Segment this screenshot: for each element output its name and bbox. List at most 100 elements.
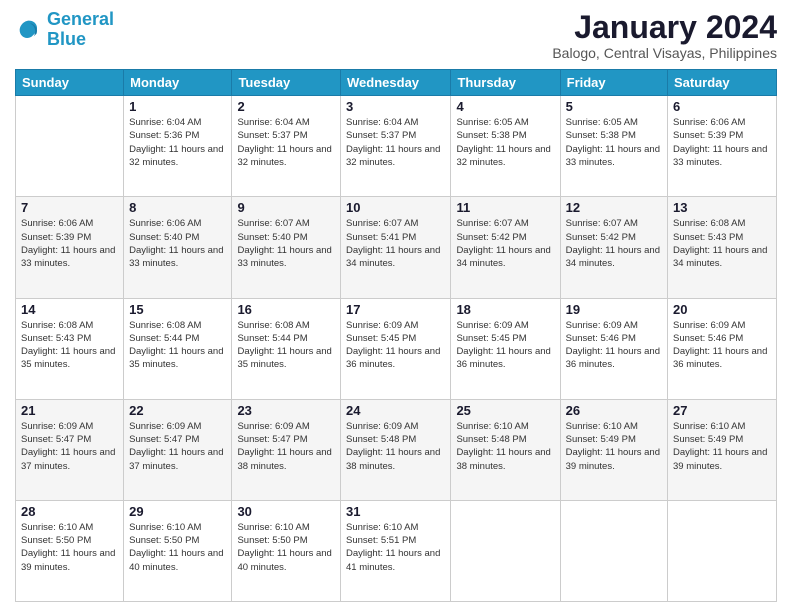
calendar-week-row: 21 Sunrise: 6:09 AM Sunset: 5:47 PM Dayli… xyxy=(16,399,777,500)
table-row: 30 Sunrise: 6:10 AM Sunset: 5:50 PM Dayli… xyxy=(232,500,341,601)
day-number: 6 xyxy=(673,99,771,114)
day-number: 25 xyxy=(456,403,554,418)
day-info: Sunrise: 6:04 AM Sunset: 5:36 PM Dayligh… xyxy=(129,116,226,169)
header-friday: Friday xyxy=(560,70,667,96)
table-row: 19Sunrise: 6:09 AM Sunset: 5:46 PM Dayli… xyxy=(560,298,667,399)
day-info: Sunrise: 6:10 AM Sunset: 5:49 PM Dayligh… xyxy=(673,420,771,473)
day-info: Sunrise: 6:07 AM Sunset: 5:42 PM Dayligh… xyxy=(456,217,554,270)
day-info: Sunrise: 6:10 AM Sunset: 5:50 PM Dayligh… xyxy=(129,521,226,574)
table-row: 16Sunrise: 6:08 AM Sunset: 5:44 PM Dayli… xyxy=(232,298,341,399)
table-row: 1 Sunrise: 6:04 AM Sunset: 5:36 PM Daylig… xyxy=(124,96,232,197)
day-info: Sunrise: 6:09 AM Sunset: 5:45 PM Dayligh… xyxy=(456,319,554,372)
header-wednesday: Wednesday xyxy=(341,70,451,96)
table-row: 12 Sunrise: 6:07 AM Sunset: 5:42 PM Dayli… xyxy=(560,197,667,298)
day-number: 27 xyxy=(673,403,771,418)
table-row: 8 Sunrise: 6:06 AM Sunset: 5:40 PM Daylig… xyxy=(124,197,232,298)
table-row: 18 Sunrise: 6:09 AM Sunset: 5:45 PM Dayli… xyxy=(451,298,560,399)
calendar-week-row: 7 Sunrise: 6:06 AM Sunset: 5:39 PM Daylig… xyxy=(16,197,777,298)
calendar-table: Sunday Monday Tuesday Wednesday Thursday… xyxy=(15,69,777,602)
day-number: 17 xyxy=(346,302,445,317)
day-info: Sunrise: 6:06 AM Sunset: 5:39 PM Dayligh… xyxy=(673,116,771,169)
day-number: 24 xyxy=(346,403,445,418)
header-saturday: Saturday xyxy=(668,70,777,96)
day-info: Sunrise: 6:04 AM Sunset: 5:37 PM Dayligh… xyxy=(346,116,445,169)
logo: General Blue xyxy=(15,10,114,50)
weekday-header-row: Sunday Monday Tuesday Wednesday Thursday… xyxy=(16,70,777,96)
day-info: Sunrise: 6:07 AM Sunset: 5:40 PM Dayligh… xyxy=(237,217,335,270)
day-info: Sunrise: 6:06 AM Sunset: 5:39 PM Dayligh… xyxy=(21,217,118,270)
day-number: 2 xyxy=(237,99,335,114)
day-info: Sunrise: 6:05 AM Sunset: 5:38 PM Dayligh… xyxy=(456,116,554,169)
day-number: 23 xyxy=(237,403,335,418)
table-row: 24 Sunrise: 6:09 AM Sunset: 5:48 PM Dayli… xyxy=(341,399,451,500)
logo-text: General Blue xyxy=(47,10,114,50)
table-row: 23 Sunrise: 6:09 AM Sunset: 5:47 PM Dayli… xyxy=(232,399,341,500)
header-tuesday: Tuesday xyxy=(232,70,341,96)
day-info: Sunrise: 6:10 AM Sunset: 5:51 PM Dayligh… xyxy=(346,521,445,574)
day-number: 11 xyxy=(456,200,554,215)
calendar-week-row: 28 Sunrise: 6:10 AM Sunset: 5:50 PM Dayli… xyxy=(16,500,777,601)
day-number: 22 xyxy=(129,403,226,418)
table-row: 2 Sunrise: 6:04 AM Sunset: 5:37 PM Daylig… xyxy=(232,96,341,197)
day-info: Sunrise: 6:10 AM Sunset: 5:50 PM Dayligh… xyxy=(21,521,118,574)
logo-line1: General xyxy=(47,9,114,29)
day-info: Sunrise: 6:10 AM Sunset: 5:50 PM Dayligh… xyxy=(237,521,335,574)
header: General Blue January 2024 Balogo, Centra… xyxy=(15,10,777,61)
day-info: Sunrise: 6:05 AM Sunset: 5:38 PM Dayligh… xyxy=(566,116,662,169)
table-row: 6 Sunrise: 6:06 AM Sunset: 5:39 PM Daylig… xyxy=(668,96,777,197)
logo-line2: Blue xyxy=(47,29,86,49)
day-number: 15 xyxy=(129,302,226,317)
day-info: Sunrise: 6:04 AM Sunset: 5:37 PM Dayligh… xyxy=(237,116,335,169)
table-row: 5Sunrise: 6:05 AM Sunset: 5:38 PM Daylig… xyxy=(560,96,667,197)
day-info: Sunrise: 6:06 AM Sunset: 5:40 PM Dayligh… xyxy=(129,217,226,270)
table-row: 31 Sunrise: 6:10 AM Sunset: 5:51 PM Dayli… xyxy=(341,500,451,601)
table-row: 26Sunrise: 6:10 AM Sunset: 5:49 PM Dayli… xyxy=(560,399,667,500)
table-row: 25 Sunrise: 6:10 AM Sunset: 5:48 PM Dayli… xyxy=(451,399,560,500)
day-info: Sunrise: 6:08 AM Sunset: 5:43 PM Dayligh… xyxy=(673,217,771,270)
header-thursday: Thursday xyxy=(451,70,560,96)
day-number: 7 xyxy=(21,200,118,215)
day-number: 13 xyxy=(673,200,771,215)
day-number: 20 xyxy=(673,302,771,317)
day-number: 30 xyxy=(237,504,335,519)
table-row: 4 Sunrise: 6:05 AM Sunset: 5:38 PM Daylig… xyxy=(451,96,560,197)
day-info: Sunrise: 6:09 AM Sunset: 5:48 PM Dayligh… xyxy=(346,420,445,473)
day-number: 29 xyxy=(129,504,226,519)
header-monday: Monday xyxy=(124,70,232,96)
table-row: 15 Sunrise: 6:08 AM Sunset: 5:44 PM Dayli… xyxy=(124,298,232,399)
title-section: January 2024 Balogo, Central Visayas, Ph… xyxy=(552,10,777,61)
table-row: 9Sunrise: 6:07 AM Sunset: 5:40 PM Daylig… xyxy=(232,197,341,298)
table-row xyxy=(16,96,124,197)
table-row: 17 Sunrise: 6:09 AM Sunset: 5:45 PM Dayli… xyxy=(341,298,451,399)
month-title: January 2024 xyxy=(552,10,777,45)
day-info: Sunrise: 6:09 AM Sunset: 5:45 PM Dayligh… xyxy=(346,319,445,372)
location: Balogo, Central Visayas, Philippines xyxy=(552,45,777,61)
table-row: 11 Sunrise: 6:07 AM Sunset: 5:42 PM Dayli… xyxy=(451,197,560,298)
table-row: 29 Sunrise: 6:10 AM Sunset: 5:50 PM Dayli… xyxy=(124,500,232,601)
day-number: 3 xyxy=(346,99,445,114)
day-info: Sunrise: 6:10 AM Sunset: 5:49 PM Dayligh… xyxy=(566,420,662,473)
calendar-week-row: 1 Sunrise: 6:04 AM Sunset: 5:36 PM Daylig… xyxy=(16,96,777,197)
day-number: 12 xyxy=(566,200,662,215)
day-info: Sunrise: 6:08 AM Sunset: 5:43 PM Dayligh… xyxy=(21,319,118,372)
day-number: 28 xyxy=(21,504,118,519)
calendar-week-row: 14Sunrise: 6:08 AM Sunset: 5:43 PM Dayli… xyxy=(16,298,777,399)
table-row xyxy=(451,500,560,601)
day-number: 21 xyxy=(21,403,118,418)
day-number: 18 xyxy=(456,302,554,317)
day-number: 16 xyxy=(237,302,335,317)
day-info: Sunrise: 6:09 AM Sunset: 5:47 PM Dayligh… xyxy=(129,420,226,473)
page: General Blue January 2024 Balogo, Centra… xyxy=(0,0,792,612)
day-number: 4 xyxy=(456,99,554,114)
day-info: Sunrise: 6:10 AM Sunset: 5:48 PM Dayligh… xyxy=(456,420,554,473)
logo-icon xyxy=(15,16,43,44)
day-number: 8 xyxy=(129,200,226,215)
day-info: Sunrise: 6:09 AM Sunset: 5:47 PM Dayligh… xyxy=(237,420,335,473)
day-number: 31 xyxy=(346,504,445,519)
day-info: Sunrise: 6:09 AM Sunset: 5:47 PM Dayligh… xyxy=(21,420,118,473)
day-info: Sunrise: 6:09 AM Sunset: 5:46 PM Dayligh… xyxy=(673,319,771,372)
day-info: Sunrise: 6:07 AM Sunset: 5:42 PM Dayligh… xyxy=(566,217,662,270)
day-info: Sunrise: 6:08 AM Sunset: 5:44 PM Dayligh… xyxy=(129,319,226,372)
table-row: 3 Sunrise: 6:04 AM Sunset: 5:37 PM Daylig… xyxy=(341,96,451,197)
day-number: 1 xyxy=(129,99,226,114)
